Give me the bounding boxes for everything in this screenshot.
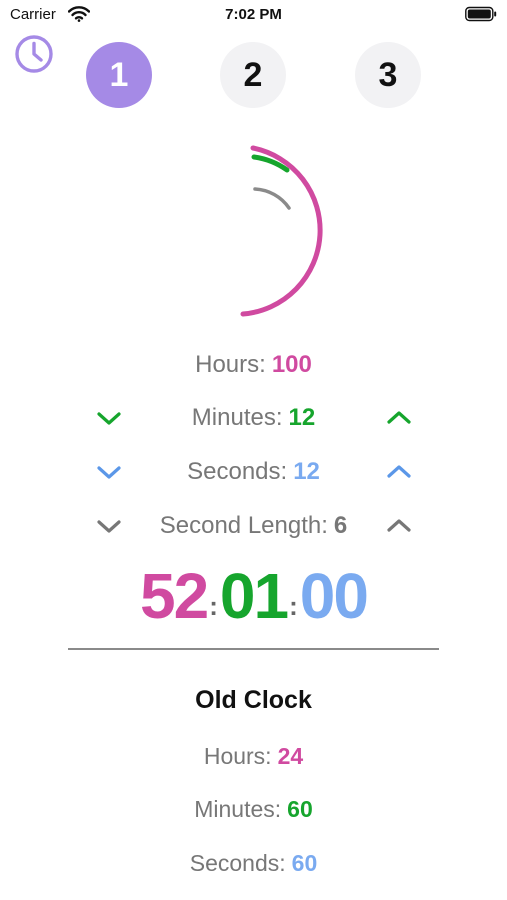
chevron-up-icon	[387, 411, 411, 424]
old-seconds-label: Seconds:	[189, 849, 286, 876]
minutes-increment-button[interactable]	[385, 404, 413, 432]
chevron-up-icon	[387, 465, 411, 478]
divider	[68, 648, 439, 650]
time-display: 52 : 01 : 00	[0, 556, 507, 636]
time-dial	[153, 140, 353, 320]
second-length-label: Second Length:	[159, 512, 328, 539]
display-hours: 52	[140, 560, 209, 632]
minutes-label: Minutes:	[191, 404, 283, 431]
old-hours-value: 24	[277, 742, 304, 769]
battery-icon	[465, 6, 497, 22]
display-minutes: 01	[219, 560, 289, 632]
chevron-up-icon	[387, 519, 411, 532]
seconds-label: Seconds:	[187, 458, 288, 485]
page-3-button[interactable]: 3	[355, 42, 421, 108]
seconds-row: Seconds: 12	[0, 454, 507, 490]
page-1-button[interactable]: 1	[86, 42, 152, 108]
old-seconds-row: Seconds: 60	[0, 846, 507, 880]
minutes-row: Minutes: 12	[0, 400, 507, 436]
hours-value: 100	[271, 351, 312, 378]
page-2-button[interactable]: 2	[220, 42, 286, 108]
old-minutes-value: 60	[287, 795, 313, 822]
clock-button[interactable]	[14, 34, 54, 79]
seconds-arc	[253, 187, 291, 210]
hours-row: Hours: 100	[0, 347, 507, 383]
status-time: 7:02 PM	[225, 6, 282, 23]
old-minutes-label: Minutes:	[194, 795, 282, 822]
display-seconds: 00	[299, 560, 369, 632]
old-minutes-row: Minutes: 60	[0, 792, 507, 826]
display-separator: :	[289, 591, 298, 621]
second-length-row: Second Length: 6	[0, 508, 507, 544]
seconds-value: 12	[293, 458, 320, 485]
hours-arc	[240, 145, 323, 317]
old-hours-label: Hours:	[203, 742, 272, 769]
display-separator: :	[209, 591, 218, 621]
hours-label: Hours:	[195, 351, 266, 378]
minutes-value: 12	[288, 404, 316, 431]
second-length-increment-button[interactable]	[385, 512, 413, 540]
old-clock-title: Old Clock	[195, 686, 312, 714]
second-length-value: 6	[333, 512, 348, 539]
status-bar: Carrier 7:02 PM	[0, 0, 507, 30]
old-hours-row: Hours: 24	[0, 739, 507, 773]
seconds-increment-button[interactable]	[385, 458, 413, 486]
old-seconds-value: 60	[291, 849, 318, 876]
clock-icon	[14, 34, 54, 79]
